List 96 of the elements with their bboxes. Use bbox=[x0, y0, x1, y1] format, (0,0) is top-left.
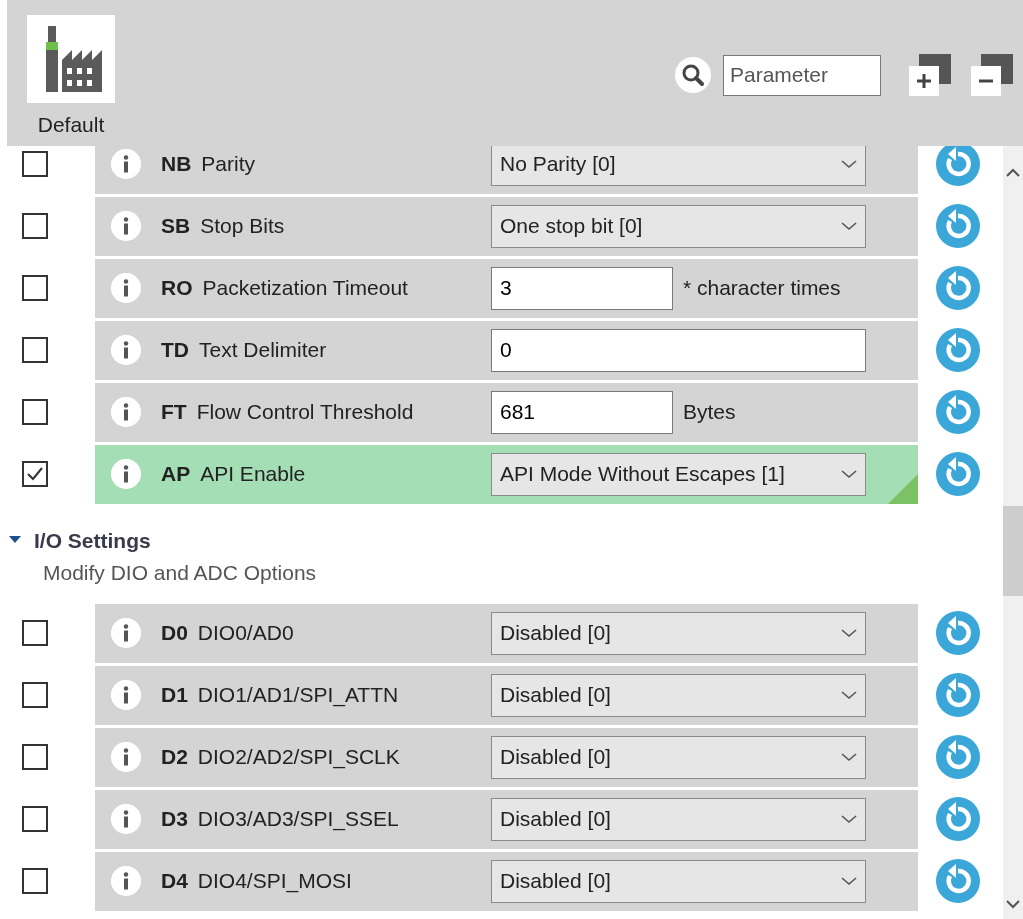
chevron-down-icon bbox=[841, 159, 857, 169]
reset-icon[interactable] bbox=[936, 452, 980, 496]
parameter-code: D1 bbox=[161, 682, 188, 709]
row-checkbox[interactable] bbox=[22, 275, 48, 301]
info-icon[interactable] bbox=[111, 149, 141, 179]
row-checkbox[interactable] bbox=[22, 806, 48, 832]
scrollbar-thumb[interactable] bbox=[1003, 506, 1023, 596]
row-checkbox[interactable] bbox=[22, 213, 48, 239]
parameter-code: D2 bbox=[161, 744, 188, 771]
collapse-all-icon[interactable] bbox=[971, 54, 1013, 96]
row-checkbox[interactable] bbox=[22, 337, 48, 363]
row-checkbox[interactable] bbox=[22, 151, 48, 177]
dropdown[interactable]: Disabled [0] bbox=[491, 611, 866, 655]
expand-all-icon[interactable] bbox=[909, 54, 951, 96]
unit-label: * character times bbox=[683, 275, 841, 302]
parameter-code: D0 bbox=[161, 620, 188, 647]
info-icon[interactable] bbox=[111, 804, 141, 834]
parameter-name: DIO3/AD3/SPI_SSEL bbox=[197, 806, 399, 833]
parameter-code: TD bbox=[161, 337, 189, 364]
chevron-down-icon bbox=[841, 690, 857, 700]
info-icon[interactable] bbox=[111, 618, 141, 648]
dropdown[interactable]: Disabled [0] bbox=[491, 859, 866, 903]
row-checkbox[interactable] bbox=[22, 744, 48, 770]
parameter-code: SB bbox=[161, 213, 191, 240]
dropdown-value: Disabled [0] bbox=[500, 682, 611, 709]
parameter-code: AP bbox=[161, 461, 191, 488]
info-icon[interactable] bbox=[111, 866, 141, 896]
input-field[interactable]: 681 bbox=[491, 390, 673, 434]
row-checkbox[interactable] bbox=[22, 461, 48, 487]
dropdown[interactable]: Disabled [0] bbox=[491, 735, 866, 779]
scroll-up-icon[interactable] bbox=[1006, 168, 1020, 178]
reset-icon[interactable] bbox=[936, 146, 980, 186]
dropdown-value: Disabled [0] bbox=[500, 806, 611, 833]
reset-icon[interactable] bbox=[936, 204, 980, 248]
reset-icon[interactable] bbox=[936, 611, 980, 655]
parameter-name: Flow Control Threshold bbox=[196, 399, 414, 426]
section-title: I/O Settings bbox=[34, 528, 151, 554]
reset-icon[interactable] bbox=[936, 673, 980, 717]
dropdown[interactable]: Disabled [0] bbox=[491, 797, 866, 841]
row-checkbox[interactable] bbox=[22, 399, 48, 425]
chevron-down-icon bbox=[841, 221, 857, 231]
parameter-name: API Enable bbox=[200, 461, 306, 488]
unit-label: Bytes bbox=[683, 399, 736, 426]
info-icon[interactable] bbox=[111, 397, 141, 427]
info-icon[interactable] bbox=[111, 459, 141, 489]
parameter-name: DIO4/SPI_MOSI bbox=[197, 868, 352, 895]
parameter-name: Packetization Timeout bbox=[202, 275, 408, 302]
dropdown[interactable]: One stop bit [0] bbox=[491, 204, 866, 248]
parameter-name: DIO0/AD0 bbox=[197, 620, 294, 647]
dropdown-value: API Mode Without Escapes [1] bbox=[500, 461, 785, 488]
scrollbar[interactable] bbox=[1003, 146, 1023, 919]
info-icon[interactable] bbox=[111, 742, 141, 772]
search-field[interactable]: Parameter bbox=[723, 54, 881, 96]
reset-icon[interactable] bbox=[936, 390, 980, 434]
info-icon[interactable] bbox=[111, 211, 141, 241]
parameter-name: Parity bbox=[201, 151, 256, 178]
input-field[interactable]: 3 bbox=[491, 266, 673, 310]
section-subtitle: Modify DIO and ADC Options bbox=[42, 559, 318, 586]
parameter-name: Stop Bits bbox=[200, 213, 285, 240]
dropdown-value: One stop bit [0] bbox=[500, 213, 643, 240]
search-icon bbox=[675, 57, 711, 93]
profile-label: Default bbox=[37, 112, 105, 138]
input-field[interactable]: 0 bbox=[491, 328, 866, 372]
dropdown-value: Disabled [0] bbox=[500, 620, 611, 647]
reset-icon[interactable] bbox=[936, 735, 980, 779]
parameter-name: DIO1/AD1/SPI_ATTN bbox=[197, 682, 399, 709]
parameter-code: NB bbox=[161, 151, 192, 178]
row-checkbox[interactable] bbox=[22, 682, 48, 708]
chevron-down-icon bbox=[841, 752, 857, 762]
parameter-name: DIO2/AD2/SPI_SCLK bbox=[197, 744, 400, 771]
dropdown[interactable]: No Parity [0] bbox=[491, 146, 866, 186]
chevron-down-icon bbox=[841, 876, 857, 886]
parameter-code: FT bbox=[161, 399, 187, 426]
row-checkbox[interactable] bbox=[22, 868, 48, 894]
scroll-down-icon[interactable] bbox=[1006, 899, 1020, 909]
reset-icon[interactable] bbox=[936, 797, 980, 841]
dropdown-value: Disabled [0] bbox=[500, 744, 611, 771]
dropdown-value: Disabled [0] bbox=[500, 868, 611, 895]
parameter-name: Text Delimiter bbox=[199, 337, 327, 364]
parameter-code: D4 bbox=[161, 868, 188, 895]
dropdown[interactable]: Disabled [0] bbox=[491, 673, 866, 717]
parameter-code: RO bbox=[161, 275, 193, 302]
reset-icon[interactable] bbox=[936, 859, 980, 903]
row-checkbox[interactable] bbox=[22, 620, 48, 646]
parameter-code: D3 bbox=[161, 806, 188, 833]
chevron-down-icon bbox=[841, 814, 857, 824]
info-icon[interactable] bbox=[111, 335, 141, 365]
profile-tile[interactable] bbox=[27, 15, 115, 103]
dropdown-value: No Parity [0] bbox=[500, 151, 616, 178]
reset-icon[interactable] bbox=[936, 328, 980, 372]
info-icon[interactable] bbox=[111, 273, 141, 303]
reset-icon[interactable] bbox=[936, 266, 980, 310]
dropdown[interactable]: API Mode Without Escapes [1] bbox=[491, 452, 866, 496]
info-icon[interactable] bbox=[111, 680, 141, 710]
chevron-down-icon bbox=[841, 628, 857, 638]
chevron-down-icon bbox=[841, 469, 857, 479]
